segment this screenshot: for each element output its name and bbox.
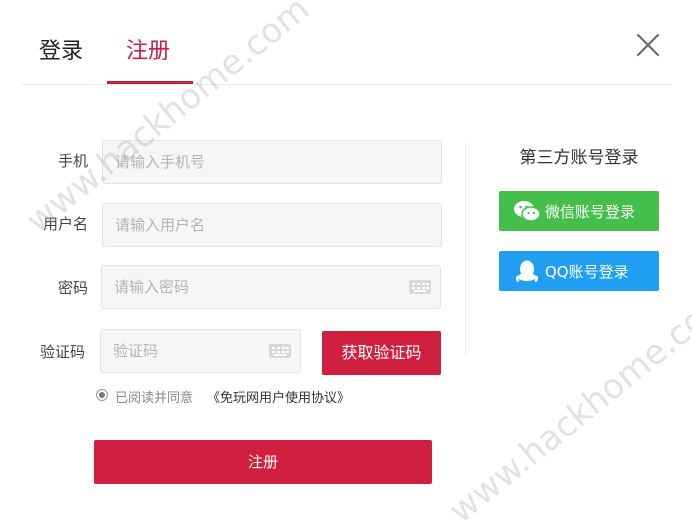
code-input[interactable]: 验证码: [100, 329, 301, 373]
username-input[interactable]: 请输入用户名: [102, 203, 442, 247]
get-code-button[interactable]: 获取验证码: [322, 331, 441, 375]
agreement-radio[interactable]: [96, 389, 108, 401]
agreement-link[interactable]: 《免玩网用户使用协议》: [207, 387, 350, 406]
code-label: 验证码: [39, 343, 85, 361]
wechat-icon: [514, 201, 541, 222]
code-placeholder: 验证码: [113, 342, 159, 360]
tab-login[interactable]: 登录: [39, 33, 83, 65]
header-divider: [22, 84, 672, 85]
third-party-title: 第三方账号登录: [519, 148, 639, 168]
qq-login-button[interactable]: QQ账号登录: [499, 251, 659, 291]
register-submit-button[interactable]: 注册: [94, 440, 432, 484]
password-label: 密码: [57, 279, 88, 297]
agreement-prefix: 已阅读并同意: [115, 391, 194, 406]
phone-input[interactable]: 请输入手机号: [102, 140, 442, 184]
close-icon[interactable]: [633, 30, 663, 60]
username-label: 用户名: [42, 215, 88, 233]
wechat-login-label: 微信账号登录: [545, 203, 636, 221]
password-input[interactable]: 请输入密码: [101, 265, 441, 309]
username-placeholder: 请输入用户名: [115, 216, 206, 234]
tab-register[interactable]: 注册: [126, 33, 170, 65]
wechat-login-button[interactable]: 微信账号登录: [499, 191, 659, 231]
password-placeholder: 请输入密码: [114, 278, 190, 296]
keyboard-icon[interactable]: [269, 344, 291, 358]
phone-placeholder: 请输入手机号: [115, 153, 206, 171]
vertical-divider: [465, 143, 466, 355]
phone-label: 手机: [57, 152, 88, 170]
qq-login-label: QQ账号登录: [545, 263, 629, 281]
watermark-text: www.hackhome.com: [441, 278, 692, 531]
keyboard-icon[interactable]: [409, 280, 431, 294]
qq-penguin-icon: [515, 260, 539, 283]
